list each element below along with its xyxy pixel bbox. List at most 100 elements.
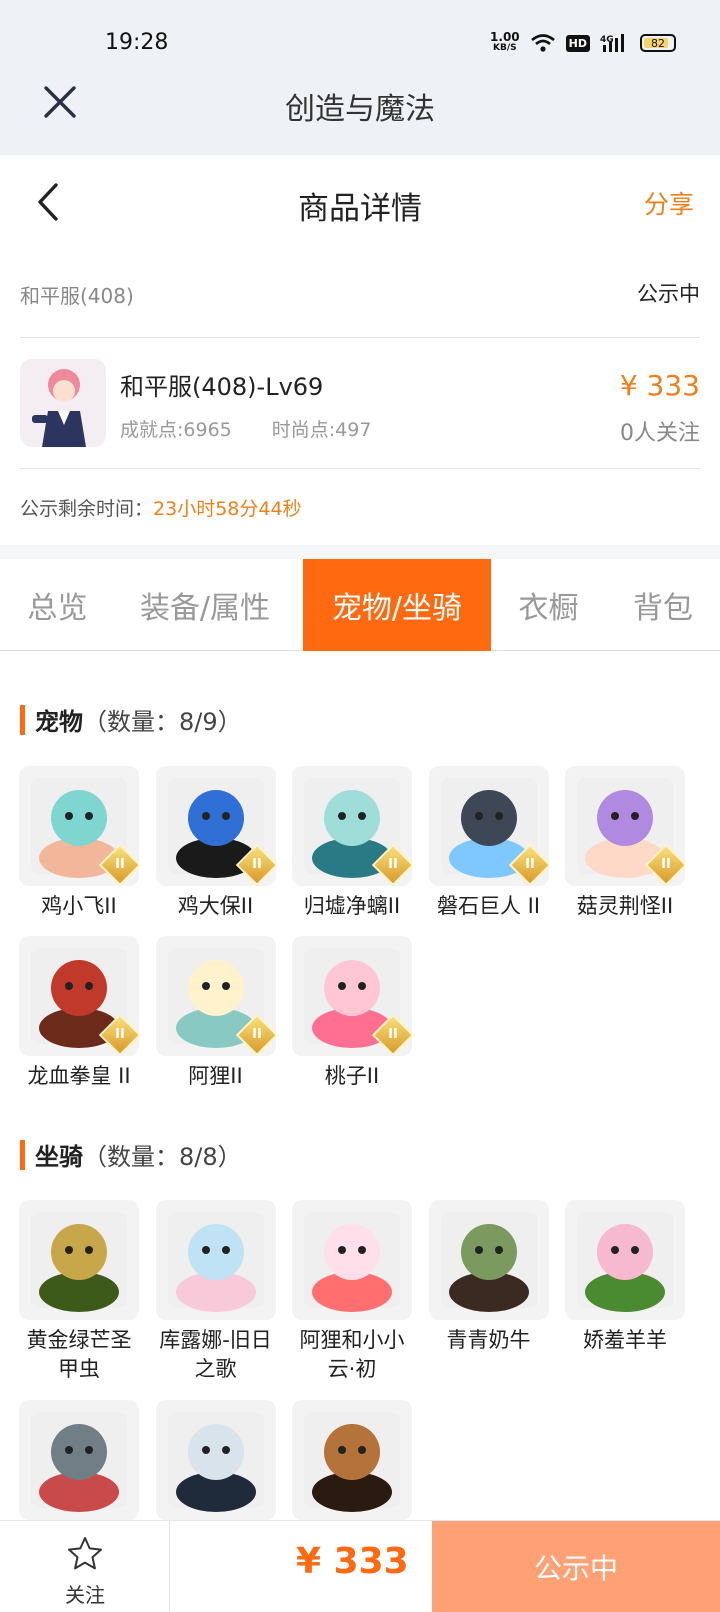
battery-icon: 82 bbox=[640, 34, 676, 52]
bottom-bar: 关注 ¥ 333 公示中 bbox=[0, 1520, 720, 1612]
listing-stats: 成就点:6965 时尚点:497 bbox=[120, 415, 371, 442]
net-speed-indicator: 1.00 KB/S bbox=[490, 31, 520, 54]
pet-thumbnail: II bbox=[155, 766, 276, 886]
mount-thumbnail bbox=[428, 1200, 549, 1320]
tab-equipment[interactable]: 装备/属性 bbox=[115, 559, 295, 651]
wifi-icon bbox=[530, 34, 555, 52]
mount-thumbnail bbox=[292, 1400, 412, 1520]
mount-item[interactable]: 库露娜-旧日之歌 bbox=[155, 1200, 276, 1384]
mount-item[interactable]: 黄金绿芒圣甲虫 bbox=[19, 1200, 139, 1384]
mount-item[interactable]: 娇羞羊羊 bbox=[565, 1200, 685, 1355]
star-icon bbox=[68, 1537, 102, 1570]
rank-badge-text: II bbox=[251, 857, 262, 872]
mount-item[interactable] bbox=[155, 1400, 276, 1526]
mount-thumbnail bbox=[292, 1200, 412, 1320]
page-root: 19:28 1.00 KB/S HD 4G 82 创造与魔法 商品详情 分享 和… bbox=[0, 0, 720, 1612]
pet-name: 鸡小飞II bbox=[41, 894, 117, 918]
rank-badge-text: II bbox=[388, 857, 398, 872]
fashion-points: 时尚点:497 bbox=[271, 419, 372, 441]
status-action-button[interactable]: 公示中 bbox=[432, 1521, 720, 1612]
pet-thumbnail: II bbox=[155, 936, 276, 1056]
rank-badge-text: II bbox=[115, 1027, 125, 1042]
pet-thumbnail: II bbox=[292, 936, 412, 1056]
page-title: 商品详情 bbox=[298, 191, 422, 227]
bottom-price: ¥ 333 bbox=[296, 1541, 409, 1582]
follow-button[interactable]: 关注 bbox=[0, 1521, 170, 1612]
listing-summary[interactable]: 和平服(408)-Lv69 成就点:6965 时尚点:497 ¥ 333 0人关… bbox=[20, 339, 700, 469]
pet-name: 阿狸II bbox=[188, 1064, 243, 1088]
mount-thumbnail bbox=[565, 1200, 685, 1320]
follower-count: 0人关注 bbox=[620, 421, 700, 446]
tab-wardrobe[interactable]: 衣橱 bbox=[491, 559, 606, 651]
pet-name: 菇灵荆怪II bbox=[576, 894, 674, 918]
pets-title: 宠物 bbox=[35, 708, 83, 736]
follow-label: 关注 bbox=[65, 1583, 105, 1607]
server-name: 和平服(408) bbox=[20, 284, 134, 308]
pet-item[interactable]: II 磐石巨人 II bbox=[428, 766, 549, 921]
mount-item[interactable]: 青青奶牛 bbox=[428, 1200, 549, 1355]
pet-item[interactable]: II 鸡大保II bbox=[155, 766, 276, 921]
tab-backpack[interactable]: 背包 bbox=[606, 559, 720, 651]
pet-name: 磐石巨人 II bbox=[436, 894, 541, 918]
countdown: 公示剩余时间：23小时58分44秒 bbox=[20, 494, 302, 521]
share-button[interactable]: 分享 bbox=[644, 185, 694, 221]
tab-overview[interactable]: 总览 bbox=[0, 559, 115, 651]
pets-section-title: 宠物 （数量：8/9） bbox=[20, 702, 242, 737]
mount-name: 库露娜-旧日之歌 bbox=[159, 1328, 272, 1381]
listing-status: 公示中 bbox=[637, 282, 700, 306]
app-top-area: 19:28 1.00 KB/S HD 4G 82 创造与魔法 bbox=[0, 0, 720, 155]
mount-item[interactable]: 阿狸和小小云·初 bbox=[292, 1200, 412, 1384]
pet-name: 桃子II bbox=[324, 1064, 380, 1088]
section-divider bbox=[0, 545, 720, 559]
signal-icon: 4G bbox=[600, 34, 624, 52]
mount-thumbnail bbox=[19, 1200, 139, 1320]
hd-icon: HD bbox=[565, 34, 590, 52]
tab-bar: 总览 装备/属性 宠物/坐骑 衣橱 背包 bbox=[0, 559, 720, 651]
rank-badge-text: II bbox=[524, 857, 535, 872]
battery-level: 82 bbox=[651, 36, 665, 50]
mount-name: 青青奶牛 bbox=[446, 1328, 531, 1352]
mount-thumbnail bbox=[155, 1200, 276, 1320]
mount-name: 娇羞羊羊 bbox=[583, 1328, 667, 1352]
app-title: 创造与魔法 bbox=[285, 92, 435, 127]
net-speed-unit: KB/S bbox=[493, 43, 517, 53]
listing-title: 和平服(408)-Lv69 bbox=[120, 373, 324, 401]
listing-price: ¥ 333 bbox=[619, 369, 700, 402]
countdown-label: 公示剩余时间： bbox=[20, 498, 154, 520]
section-accent-bar bbox=[20, 704, 25, 735]
mount-thumbnail bbox=[155, 1400, 276, 1520]
tab-pets-mounts[interactable]: 宠物/坐骑 bbox=[303, 559, 491, 651]
pet-item[interactable]: II 桃子II bbox=[292, 936, 412, 1091]
mount-item[interactable] bbox=[292, 1400, 412, 1526]
mounts-count: （数量：8/8） bbox=[83, 1143, 242, 1171]
achievement-points: 成就点:6965 bbox=[120, 419, 232, 441]
pet-item[interactable]: II 鸡小飞II bbox=[19, 766, 139, 921]
pet-item[interactable]: II 归墟净螭II bbox=[292, 766, 412, 921]
pet-thumbnail: II bbox=[428, 766, 549, 886]
section-accent-bar bbox=[20, 1139, 25, 1170]
pet-item[interactable]: II 龙血拳皇 II bbox=[19, 936, 139, 1091]
mount-name: 黄金绿芒圣甲虫 bbox=[26, 1328, 132, 1381]
mount-thumbnail bbox=[19, 1400, 139, 1520]
status-icons: 1.00 KB/S HD 4G 82 bbox=[490, 31, 676, 54]
status-time: 19:28 bbox=[105, 30, 169, 55]
pet-thumbnail: II bbox=[565, 766, 685, 886]
pet-item[interactable]: II 菇灵荆怪II bbox=[565, 766, 685, 921]
pet-name: 归墟净螭II bbox=[303, 894, 401, 918]
rank-badge-text: II bbox=[115, 857, 125, 872]
pet-thumbnail: II bbox=[19, 766, 139, 886]
mount-name: 阿狸和小小云·初 bbox=[299, 1328, 405, 1381]
rank-badge-text: II bbox=[661, 857, 671, 872]
pets-count: （数量：8/9） bbox=[83, 708, 242, 736]
pet-thumbnail: II bbox=[292, 766, 412, 886]
listing-subheader: 和平服(408) 公示中 bbox=[20, 250, 700, 338]
page-header: 商品详情 分享 bbox=[0, 155, 720, 250]
pet-thumbnail: II bbox=[19, 936, 139, 1056]
pet-name: 鸡大保II bbox=[177, 894, 254, 918]
rank-badge-text: II bbox=[388, 1027, 398, 1042]
pet-item[interactable]: II 阿狸II bbox=[155, 936, 276, 1091]
mount-item[interactable] bbox=[19, 1400, 139, 1526]
pet-name: 龙血拳皇 II bbox=[27, 1064, 131, 1088]
character-avatar bbox=[20, 359, 106, 447]
mounts-title: 坐骑 bbox=[35, 1143, 83, 1171]
